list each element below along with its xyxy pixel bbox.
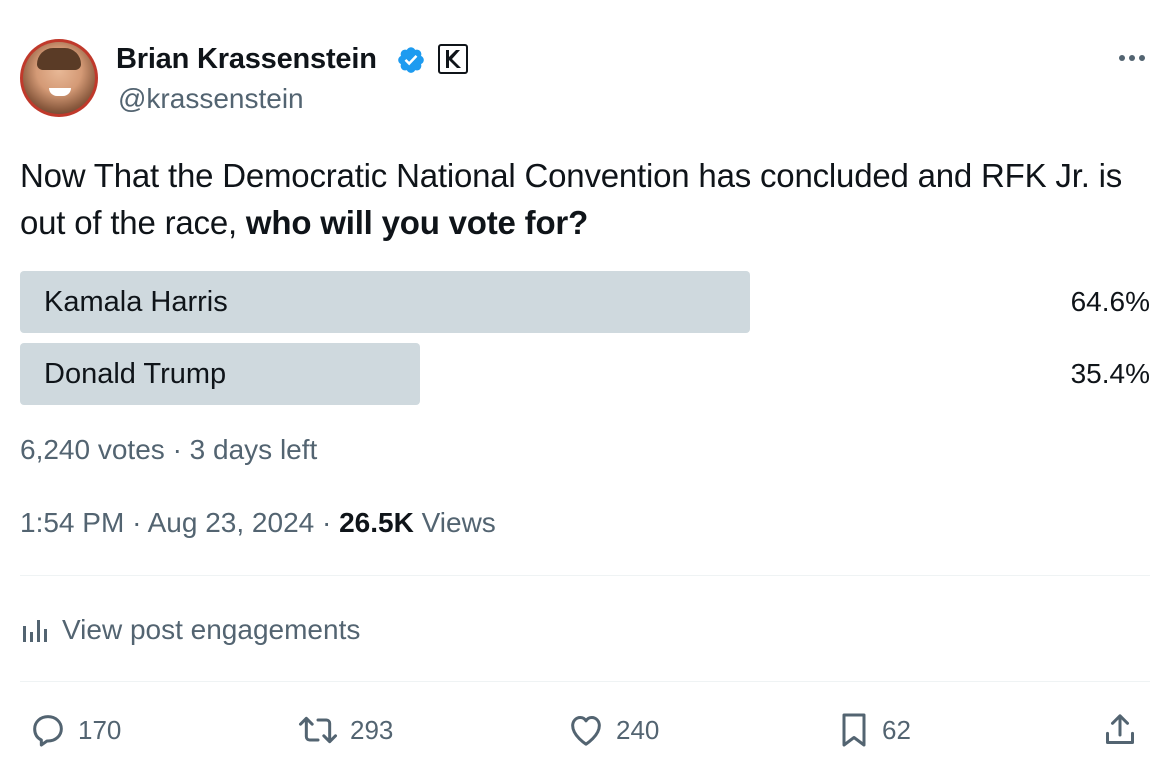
author-name[interactable]: Brian Krassenstein (116, 40, 377, 78)
bookmark-count: 62 (882, 714, 911, 745)
views-label: Views (421, 507, 496, 538)
poll-option-label: Donald Trump (44, 358, 227, 390)
author-handle[interactable]: @krassenstein (118, 82, 304, 116)
poll-meta: 6,240 votes · 3 days left (20, 432, 317, 468)
view-engagements-label: View post engagements (62, 614, 361, 645)
verified-badge-icon[interactable] (396, 45, 426, 75)
separator: · (172, 434, 182, 465)
poll-option-percent: 35.4% (1070, 358, 1150, 389)
separator: · (322, 507, 332, 538)
poll-time-left: 3 days left (189, 434, 318, 465)
avatar-smile (49, 88, 71, 96)
post-text-bold: who will you vote for? (245, 204, 589, 241)
poll-votes: 6,240 votes (20, 434, 165, 465)
reply-count: 170 (78, 714, 122, 745)
bookmark-icon (836, 710, 872, 750)
reply-icon (28, 710, 68, 750)
views-count: 26.5K (339, 507, 414, 538)
more-options-icon[interactable] (1114, 46, 1150, 70)
view-engagements-link[interactable]: View post engagements (20, 610, 360, 650)
avatar-hair (37, 48, 81, 70)
post-timestamp: 1:54 PM · Aug 23, 2024 · 26.5K Views (20, 505, 496, 541)
avatar-photo (23, 42, 95, 114)
like-count: 240 (616, 714, 660, 745)
heart-icon (566, 710, 606, 750)
reply-button[interactable]: 170 (28, 708, 121, 752)
analytics-icon (20, 616, 50, 644)
repost-button[interactable]: 293 (296, 708, 393, 752)
share-icon (1100, 710, 1140, 750)
poll-option[interactable]: Donald Trump 35.4% (20, 343, 1150, 405)
post-time[interactable]: 1:54 PM (20, 507, 124, 538)
divider (20, 681, 1150, 682)
post-date[interactable]: Aug 23, 2024 (148, 507, 315, 538)
share-button[interactable] (1100, 708, 1140, 752)
repost-icon (296, 710, 340, 750)
like-button[interactable]: 240 (566, 708, 659, 752)
avatar[interactable] (20, 39, 98, 117)
post-text: Now That the Democratic National Convent… (20, 152, 1156, 246)
poll-option-label: Kamala Harris (44, 286, 228, 318)
separator: · (132, 507, 142, 538)
repost-count: 293 (350, 714, 394, 745)
poll-option-percent: 64.6% (1070, 286, 1150, 317)
poll-option[interactable]: Kamala Harris 64.6% (20, 271, 1150, 333)
divider (20, 575, 1150, 576)
affiliate-badge-icon[interactable] (438, 44, 468, 74)
bookmark-button[interactable]: 62 (836, 708, 911, 752)
